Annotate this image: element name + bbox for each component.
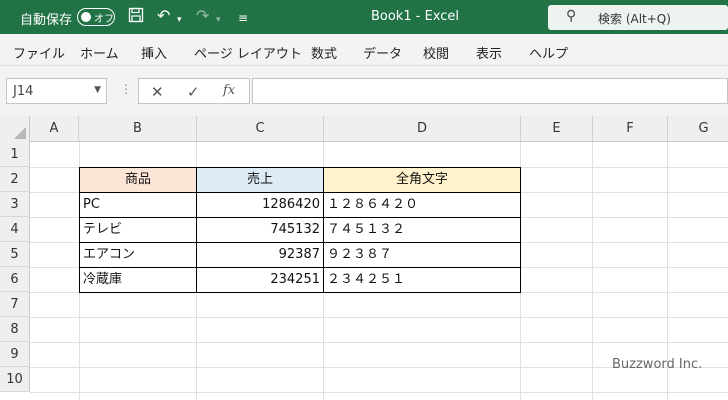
formula-buttons: ✕ ✓ fx	[138, 78, 250, 104]
table-cell-fullwidth[interactable]: ９２３８７	[324, 242, 520, 267]
table-border	[79, 192, 521, 193]
tab-file[interactable]: ファイル	[13, 43, 65, 62]
toggle-knob	[81, 12, 91, 22]
table-cell-fullwidth[interactable]: １２８６４２０	[324, 192, 520, 217]
table-header-fullwidth[interactable]: 全角文字	[324, 168, 520, 192]
table-border	[79, 267, 521, 268]
table-header-sales[interactable]: 売上	[197, 168, 323, 192]
col-header-f[interactable]: F	[593, 116, 668, 142]
table-cell-product[interactable]: テレビ	[80, 217, 196, 242]
tab-view[interactable]: 表示	[476, 43, 502, 62]
table-border	[196, 167, 197, 293]
tab-page-layout[interactable]: ページ レイアウト	[194, 43, 302, 62]
row-header-6[interactable]: 6	[0, 267, 30, 292]
col-header-d[interactable]: D	[324, 116, 521, 142]
enter-icon[interactable]: ✓	[187, 83, 200, 101]
select-all-button[interactable]	[0, 116, 30, 142]
table-cell-sales[interactable]: 234251	[197, 267, 323, 292]
table-cell-product[interactable]: エアコン	[80, 242, 196, 267]
row-header-7[interactable]: 7	[0, 292, 30, 317]
document-title: Book1 - Excel	[370, 9, 460, 24]
gridline	[30, 342, 728, 343]
table-border	[79, 217, 521, 218]
insert-function-icon[interactable]: fx	[223, 83, 235, 98]
table-cell-product[interactable]: 冷蔵庫	[80, 267, 196, 292]
col-header-e[interactable]: E	[521, 116, 593, 142]
row-header-3[interactable]: 3	[0, 192, 30, 217]
save-icon[interactable]	[128, 7, 144, 27]
autosave-toggle[interactable]: オフ	[77, 8, 115, 26]
gridline	[30, 317, 728, 318]
col-header-a[interactable]: A	[30, 116, 79, 142]
gridline	[30, 392, 728, 393]
watermark: Buzzword Inc.	[612, 357, 703, 372]
gridline	[30, 292, 728, 293]
col-header-g[interactable]: G	[668, 116, 728, 142]
undo-icon[interactable]: ↶	[157, 7, 170, 25]
redo-icon[interactable]: ↷	[196, 7, 209, 25]
row-header-8[interactable]: 8	[0, 317, 30, 342]
redo-dropdown-icon[interactable]: ▾	[216, 11, 221, 29]
gridline	[592, 142, 593, 400]
table-cell-sales[interactable]: 92387	[197, 242, 323, 267]
col-header-b[interactable]: B	[79, 116, 197, 142]
row-header-9[interactable]: 9	[0, 342, 30, 367]
ribbon-tabs: ファイル ホーム 挿入 ページ レイアウト 数式 データ 校閲 表示 ヘルプ	[0, 34, 728, 66]
table-border	[323, 167, 324, 293]
table-cell-product[interactable]: PC	[80, 192, 196, 217]
name-box[interactable]: J14 ▼	[6, 78, 107, 104]
formula-bar-grip-icon: ⋮	[120, 82, 132, 96]
undo-dropdown-icon[interactable]: ▾	[177, 11, 182, 29]
customize-toolbar-icon[interactable]: ≡	[238, 9, 248, 27]
name-box-value: J14	[13, 84, 34, 99]
formula-input[interactable]	[252, 78, 728, 104]
row-header-4[interactable]: 4	[0, 217, 30, 242]
table-header-product[interactable]: 商品	[80, 168, 196, 192]
title-bar: 自動保存 オフ ↶ ▾ ↷ ▾ ≡ Book1 - Excel ⚲ 検索 (Al…	[0, 0, 728, 34]
autosave-label: 自動保存	[20, 13, 73, 28]
autosave-state: オフ	[94, 14, 114, 25]
row-header-5[interactable]: 5	[0, 242, 30, 267]
cancel-icon[interactable]: ✕	[151, 83, 164, 101]
search-box[interactable]: ⚲ 検索 (Alt+Q)	[548, 5, 728, 30]
table-cell-sales[interactable]: 1286420	[197, 192, 323, 217]
formula-bar: J14 ▼ ⋮ ✕ ✓ fx	[0, 66, 728, 116]
table-border	[79, 242, 521, 243]
tab-home[interactable]: ホーム	[80, 43, 119, 62]
row-header-10[interactable]: 10	[0, 367, 30, 392]
tab-formulas[interactable]: 数式	[311, 43, 337, 62]
table-cell-fullwidth[interactable]: ７４５１３２	[324, 217, 520, 242]
tab-insert[interactable]: 挿入	[141, 43, 167, 62]
col-header-c[interactable]: C	[197, 116, 324, 142]
select-all-icon	[14, 127, 26, 139]
search-icon: ⚲	[566, 8, 577, 24]
tab-data[interactable]: データ	[363, 43, 402, 62]
table-cell-fullwidth[interactable]: ２３４２５１	[324, 267, 520, 292]
row-header-1[interactable]: 1	[0, 142, 30, 167]
gridline	[520, 142, 521, 400]
table-cell-sales[interactable]: 745132	[197, 217, 323, 242]
tab-review[interactable]: 校閲	[423, 43, 449, 62]
tab-help[interactable]: ヘルプ	[529, 43, 568, 62]
row-header-2[interactable]: 2	[0, 167, 30, 192]
name-box-dropdown-icon[interactable]: ▼	[94, 85, 101, 95]
search-placeholder: 検索 (Alt+Q)	[598, 12, 671, 26]
